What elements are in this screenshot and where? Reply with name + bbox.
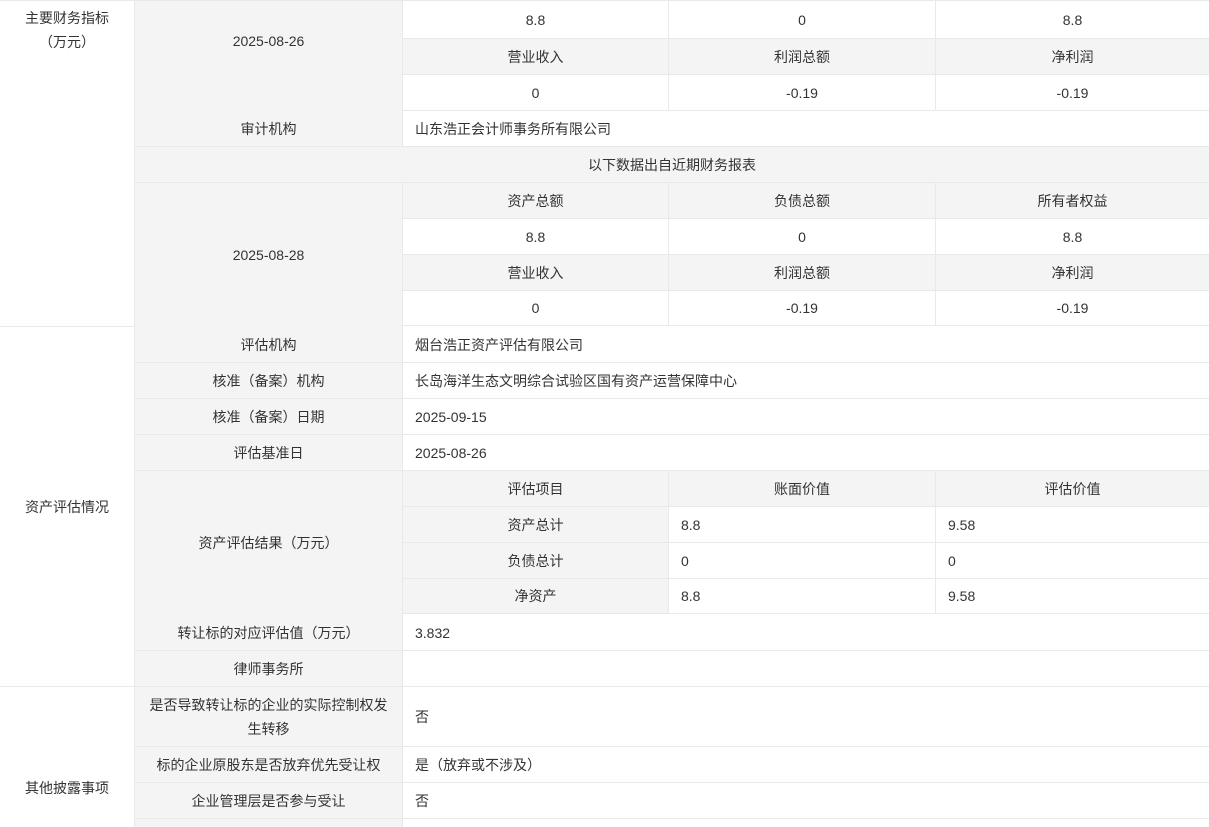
metric-value-cell: 0 <box>403 291 669 325</box>
eval-header-cell: 账面价值 <box>669 471 936 506</box>
metric-header-cell: 净利润 <box>936 39 1209 74</box>
metric-value-cell: -0.19 <box>669 291 936 325</box>
table-row: 8.8 0 8.8 <box>403 219 1209 255</box>
table-row: 资产总计 8.8 9.58 <box>403 507 1209 543</box>
evaluation-result-block: 资产评估结果（万元） 评估项目 账面价值 评估价值 资产总计 8.8 9.58 … <box>135 471 1209 615</box>
metric-header-cell: 负债总额 <box>669 183 936 218</box>
eval-item-cell: 资产总计 <box>403 507 669 542</box>
table-row: 转让标的对应评估值（万元） 3.832 <box>135 615 1209 651</box>
metric-value-cell: 8.8 <box>403 219 669 254</box>
metric-header-cell: 所有者权益 <box>936 183 1209 218</box>
data-source-note: 以下数据出自近期财务报表 <box>135 147 1209 183</box>
table-row: 核准（备案）机构 长岛海洋生态文明综合试验区国有资产运营保障中心 <box>135 363 1209 399</box>
eval-header-cell: 评估项目 <box>403 471 669 506</box>
section-asset-evaluation: 资产评估情况 评估机构 烟台浩正资产评估有限公司 核准（备案）机构 长岛海洋生态… <box>0 327 1209 687</box>
assessed-value-cell: 9.58 <box>936 579 1209 613</box>
table-row: 审计机构 山东浩正会计师事务所有限公司 <box>135 111 1209 147</box>
field-value: 2025-08-26 <box>403 435 1209 470</box>
table-row: 评估机构 烟台浩正资产评估有限公司 <box>135 327 1209 363</box>
table-row: 标的企业原股东是否放弃优先受让权 是（放弃或不涉及） <box>135 747 1209 783</box>
report-date-1: 2025-08-26 <box>135 1 403 111</box>
table-row: 负债总计 0 0 <box>403 543 1209 579</box>
section-label-line2: （万元） <box>39 30 95 54</box>
field-label: 评估基准日 <box>135 435 403 470</box>
eval-item-cell: 净资产 <box>403 579 669 613</box>
table-row: 是否导致转让标的企业的实际控制权发生转移 否 <box>135 687 1209 747</box>
field-label: 资产评估结果（万元） <box>135 471 403 615</box>
field-label: 企业管理层是否参与受让 <box>135 783 403 818</box>
field-label: 核准（备案）日期 <box>135 399 403 434</box>
field-value: 2025-09-15 <box>403 399 1209 434</box>
field-value: 烟台浩正资产评估有限公司 <box>403 327 1209 362</box>
table-row: 0 -0.19 -0.19 <box>403 291 1209 326</box>
other-content: 是否导致转让标的企业的实际控制权发生转移 否 标的企业原股东是否放弃优先受让权 … <box>135 687 1209 827</box>
disclosure-table: 主要财务指标 （万元） 2025-08-26 8.8 0 8.8 营业收入 利润… <box>0 0 1209 827</box>
table-row: 资产总额 负债总额 所有者权益 <box>403 183 1209 219</box>
field-label: 转让标的对应评估值（万元） <box>135 615 403 650</box>
metric-value-cell: 8.8 <box>936 219 1209 254</box>
table-row: 营业收入 利润总额 净利润 <box>403 255 1209 291</box>
table-row: 评估基准日 2025-08-26 <box>135 435 1209 471</box>
assessed-value-cell: 9.58 <box>936 507 1209 542</box>
field-value: 3.832 <box>403 615 1209 650</box>
section-label: 其他披露事项 <box>25 776 109 800</box>
metric-value-cell: 8.8 <box>936 1 1209 38</box>
field-label: 律师事务所 <box>135 651 403 686</box>
table-row: 评估项目 账面价值 评估价值 <box>403 471 1209 507</box>
table-row: 企业管理层是否参与受让 否 <box>135 783 1209 819</box>
metric-value-cell: -0.19 <box>936 291 1209 325</box>
metric-value-cell: 0 <box>669 219 936 254</box>
book-value-cell: 0 <box>669 543 936 578</box>
field-value: 山东浩正会计师事务所有限公司 <box>403 111 1209 146</box>
table-row: 律师事务所 <box>135 651 1209 687</box>
section-other-disclosure: 其他披露事项 是否导致转让标的企业的实际控制权发生转移 否 标的企业原股东是否放… <box>0 687 1209 827</box>
metric-header-cell: 资产总额 <box>403 183 669 218</box>
section-label-evaluation: 资产评估情况 <box>0 327 135 687</box>
period2-block: 2025-08-28 资产总额 负债总额 所有者权益 8.8 0 8.8 营业收… <box>135 183 1209 327</box>
section-label-other: 其他披露事项 <box>0 687 135 827</box>
table-row: 营业收入 利润总额 净利润 <box>403 39 1209 75</box>
metric-header-cell: 利润总额 <box>669 39 936 74</box>
period1-block: 2025-08-26 8.8 0 8.8 营业收入 利润总额 净利润 0 -0. <box>135 1 1209 111</box>
field-label: 评估机构 <box>135 327 403 362</box>
metric-value-cell: 0 <box>669 1 936 38</box>
metric-value-cell: -0.19 <box>936 75 1209 110</box>
assessed-value-cell: 0 <box>936 543 1209 578</box>
metric-header-cell: 利润总额 <box>669 255 936 290</box>
financial-content: 2025-08-26 8.8 0 8.8 营业收入 利润总额 净利润 0 -0. <box>135 1 1209 327</box>
field-value: 长岛海洋生态文明综合试验区国有资产运营保障中心 <box>403 363 1209 398</box>
field-label: 核准（备案）机构 <box>135 363 403 398</box>
metric-header-cell: 营业收入 <box>403 255 669 290</box>
table-row: 0 -0.19 -0.19 <box>403 75 1209 111</box>
field-label: 是否导致转让标的企业的实际控制权发生转移 <box>135 687 403 746</box>
section-main-financial-indicators: 主要财务指标 （万元） 2025-08-26 8.8 0 8.8 营业收入 利润… <box>0 1 1209 327</box>
metric-value-cell: 8.8 <box>403 1 669 38</box>
evaluation-content: 评估机构 烟台浩正资产评估有限公司 核准（备案）机构 长岛海洋生态文明综合试验区… <box>135 327 1209 687</box>
book-value-cell: 8.8 <box>669 507 936 542</box>
table-row: 核准（备案）日期 2025-09-15 <box>135 399 1209 435</box>
book-value-cell: 8.8 <box>669 579 936 613</box>
field-label: 标的企业原股东是否放弃优先受让权 <box>135 747 403 782</box>
metric-value-cell: -0.19 <box>669 75 936 110</box>
table-row: 净资产 8.8 9.58 <box>403 579 1209 614</box>
field-label: 审计机构 <box>135 111 403 146</box>
eval-item-cell: 负债总计 <box>403 543 669 578</box>
field-value: 否 <box>403 687 1209 746</box>
metric-header-cell: 营业收入 <box>403 39 669 74</box>
report-date-2: 2025-08-28 <box>135 183 403 327</box>
section-label-financial: 主要财务指标 （万元） <box>0 1 135 327</box>
field-value: 是（放弃或不涉及） <box>403 747 1209 782</box>
eval-header-cell: 评估价值 <box>936 471 1209 506</box>
metric-value-cell: 0 <box>403 75 669 110</box>
section-label-line1: 主要财务指标 <box>25 6 109 30</box>
table-row: 8.8 0 8.8 <box>403 1 1209 39</box>
metric-header-cell: 净利润 <box>936 255 1209 290</box>
field-value <box>403 651 1209 686</box>
field-value: 否 <box>403 783 1209 818</box>
section-label: 资产评估情况 <box>25 495 109 519</box>
